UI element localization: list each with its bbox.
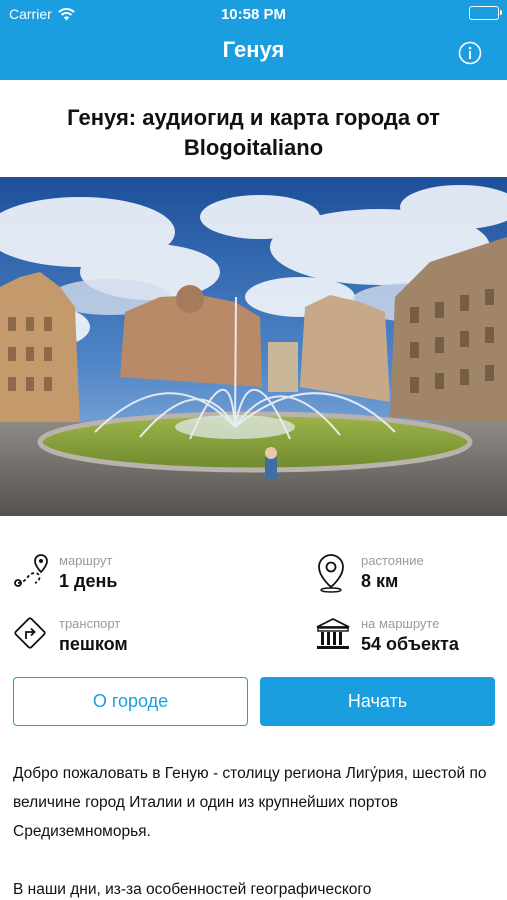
route-value: 1 день xyxy=(59,571,118,591)
directions-sign-icon xyxy=(14,617,46,649)
objects-value: 54 объекта xyxy=(361,634,459,654)
description-paragraph: В наши дни, из-за особенностей географич… xyxy=(13,881,372,898)
distance-caption: растояние xyxy=(361,553,424,568)
hero-image xyxy=(0,177,507,516)
route-icon xyxy=(14,554,48,587)
description-paragraph: Добро пожаловать в Геную - столицу регио… xyxy=(13,765,487,840)
page-title: Генуя xyxy=(222,37,285,62)
battery-icon xyxy=(469,6,502,20)
status-bar: Carrier 10:58 PM xyxy=(0,0,507,28)
tour-title: Генуя: аудиогид и карта города от Blogoi… xyxy=(67,105,440,160)
stat-distance: растояние 8 км xyxy=(315,553,495,597)
transport-caption: транспорт xyxy=(59,616,121,631)
start-button[interactable]: Начать xyxy=(260,677,495,726)
distance-value: 8 км xyxy=(361,571,399,591)
status-time: 10:58 PM xyxy=(220,6,287,23)
navigation-bar: Carrier 10:58 PM Генуя xyxy=(0,0,507,80)
route-caption: маршрут xyxy=(59,553,113,568)
stat-objects: на маршруте 54 объекта xyxy=(315,616,495,660)
description: Добро пожаловать в Геную - столицу регио… xyxy=(13,759,495,900)
map-pin-icon xyxy=(318,554,344,593)
objects-caption: на маршруте xyxy=(361,616,440,631)
about-city-button[interactable]: О городе xyxy=(13,677,248,726)
stat-transport: транспорт пешком xyxy=(13,616,233,660)
info-icon[interactable] xyxy=(458,41,482,65)
museum-icon xyxy=(316,617,350,649)
transport-value: пешком xyxy=(59,634,128,654)
stat-route: маршрут 1 день xyxy=(13,553,233,597)
